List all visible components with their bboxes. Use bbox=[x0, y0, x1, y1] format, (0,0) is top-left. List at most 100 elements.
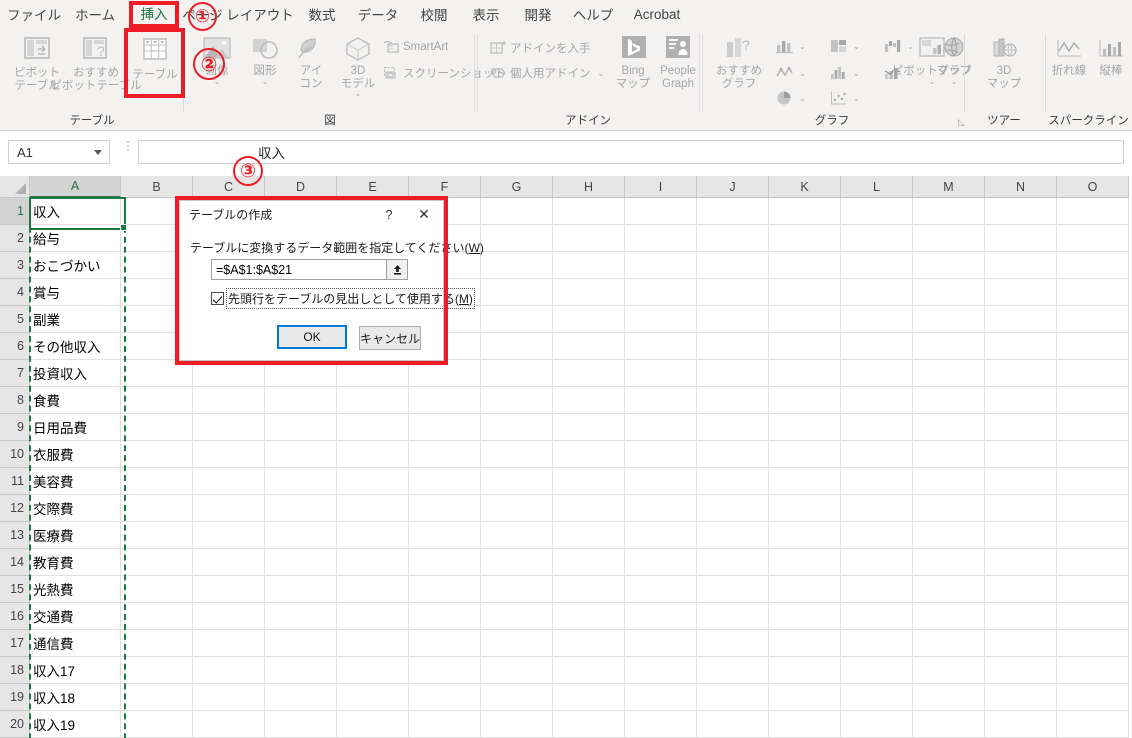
cell-H17[interactable] bbox=[553, 630, 625, 657]
ribbon-tab-home[interactable]: ホーム bbox=[70, 0, 120, 28]
cell-A9[interactable]: 日用品費 bbox=[30, 414, 121, 441]
cell-G4[interactable] bbox=[481, 279, 553, 306]
cell-I13[interactable] bbox=[625, 522, 697, 549]
cell-E9[interactable] bbox=[337, 414, 409, 441]
cell-G11[interactable] bbox=[481, 468, 553, 495]
cell-O17[interactable] bbox=[1057, 630, 1129, 657]
cell-G10[interactable] bbox=[481, 441, 553, 468]
row-header[interactable]: 3 bbox=[0, 252, 30, 279]
models-3d-button[interactable]: 3D モデル ⌄ bbox=[333, 36, 383, 98]
cell-A16[interactable]: 交通費 bbox=[30, 603, 121, 630]
cell-B20[interactable] bbox=[121, 711, 193, 738]
cell-C7[interactable] bbox=[193, 360, 265, 387]
cell-C20[interactable] bbox=[193, 711, 265, 738]
cell-J12[interactable] bbox=[697, 495, 769, 522]
shapes-button[interactable]: 図形 ⌄ bbox=[241, 36, 289, 85]
cell-I19[interactable] bbox=[625, 684, 697, 711]
column-header-H[interactable]: H bbox=[553, 176, 625, 198]
get-addins-button[interactable]: アドインを入手 bbox=[490, 40, 591, 56]
cell-H11[interactable] bbox=[553, 468, 625, 495]
cell-L15[interactable] bbox=[841, 576, 913, 603]
cell-D14[interactable] bbox=[265, 549, 337, 576]
chevron-down-icon[interactable]: ⌄ bbox=[929, 77, 936, 85]
cell-N9[interactable] bbox=[985, 414, 1057, 441]
cell-M19[interactable] bbox=[913, 684, 985, 711]
cell-J13[interactable] bbox=[697, 522, 769, 549]
cell-M11[interactable] bbox=[913, 468, 985, 495]
cell-O9[interactable] bbox=[1057, 414, 1129, 441]
cell-J2[interactable] bbox=[697, 225, 769, 252]
cell-J1[interactable] bbox=[697, 198, 769, 225]
cell-B15[interactable] bbox=[121, 576, 193, 603]
cell-C12[interactable] bbox=[193, 495, 265, 522]
cell-K16[interactable] bbox=[769, 603, 841, 630]
cell-B17[interactable] bbox=[121, 630, 193, 657]
cell-M3[interactable] bbox=[913, 252, 985, 279]
cell-O13[interactable] bbox=[1057, 522, 1129, 549]
cell-K10[interactable] bbox=[769, 441, 841, 468]
cell-O6[interactable] bbox=[1057, 333, 1129, 360]
cell-N13[interactable] bbox=[985, 522, 1057, 549]
cell-F15[interactable] bbox=[409, 576, 481, 603]
cell-M6[interactable] bbox=[913, 333, 985, 360]
ok-button[interactable]: OK bbox=[277, 325, 347, 349]
cell-M12[interactable] bbox=[913, 495, 985, 522]
cell-K12[interactable] bbox=[769, 495, 841, 522]
dialog-close-button[interactable]: ✕ bbox=[411, 204, 437, 224]
cell-B19[interactable] bbox=[121, 684, 193, 711]
cell-J14[interactable] bbox=[697, 549, 769, 576]
cell-I10[interactable] bbox=[625, 441, 697, 468]
cell-K1[interactable] bbox=[769, 198, 841, 225]
cell-N14[interactable] bbox=[985, 549, 1057, 576]
bar-chart-button[interactable]: ⌄ bbox=[829, 38, 860, 54]
chevron-down-icon[interactable] bbox=[94, 150, 102, 155]
cell-N12[interactable] bbox=[985, 495, 1057, 522]
cell-C18[interactable] bbox=[193, 657, 265, 684]
cell-J20[interactable] bbox=[697, 711, 769, 738]
cell-E17[interactable] bbox=[337, 630, 409, 657]
cell-O18[interactable] bbox=[1057, 657, 1129, 684]
cell-E8[interactable] bbox=[337, 387, 409, 414]
cell-E18[interactable] bbox=[337, 657, 409, 684]
cell-L9[interactable] bbox=[841, 414, 913, 441]
cell-L20[interactable] bbox=[841, 711, 913, 738]
cell-N8[interactable] bbox=[985, 387, 1057, 414]
row-header[interactable]: 12 bbox=[0, 495, 30, 522]
cell-B18[interactable] bbox=[121, 657, 193, 684]
cell-K4[interactable] bbox=[769, 279, 841, 306]
cell-G12[interactable] bbox=[481, 495, 553, 522]
cell-G8[interactable] bbox=[481, 387, 553, 414]
cell-D12[interactable] bbox=[265, 495, 337, 522]
cell-C14[interactable] bbox=[193, 549, 265, 576]
cell-A19[interactable]: 収入18 bbox=[30, 684, 121, 711]
cell-H9[interactable] bbox=[553, 414, 625, 441]
cell-B7[interactable] bbox=[121, 360, 193, 387]
column-header-K[interactable]: K bbox=[769, 176, 841, 198]
cell-A12[interactable]: 交際費 bbox=[30, 495, 121, 522]
cell-E12[interactable] bbox=[337, 495, 409, 522]
cell-K14[interactable] bbox=[769, 549, 841, 576]
cell-H3[interactable] bbox=[553, 252, 625, 279]
cell-A14[interactable]: 教育費 bbox=[30, 549, 121, 576]
cell-K9[interactable] bbox=[769, 414, 841, 441]
cell-O5[interactable] bbox=[1057, 306, 1129, 333]
cell-H8[interactable] bbox=[553, 387, 625, 414]
pictures-button[interactable]: 画像 ⌄ bbox=[193, 36, 241, 85]
pie-chart-button[interactable]: ⌄ bbox=[775, 90, 806, 106]
cell-I3[interactable] bbox=[625, 252, 697, 279]
cell-J19[interactable] bbox=[697, 684, 769, 711]
cell-I11[interactable] bbox=[625, 468, 697, 495]
cell-O10[interactable] bbox=[1057, 441, 1129, 468]
line-chart-button[interactable]: ⌄ bbox=[775, 65, 806, 81]
cell-H10[interactable] bbox=[553, 441, 625, 468]
ribbon-tab-help[interactable]: ヘルプ bbox=[568, 0, 618, 28]
chevron-down-icon[interactable]: ⌄ bbox=[598, 69, 605, 77]
column-header-B[interactable]: B bbox=[121, 176, 193, 198]
cell-O12[interactable] bbox=[1057, 495, 1129, 522]
cell-F7[interactable] bbox=[409, 360, 481, 387]
chevron-down-icon[interactable]: ⌄ bbox=[355, 90, 362, 98]
cell-F14[interactable] bbox=[409, 549, 481, 576]
cell-B12[interactable] bbox=[121, 495, 193, 522]
cell-M5[interactable] bbox=[913, 306, 985, 333]
row-header[interactable]: 2 bbox=[0, 225, 30, 252]
